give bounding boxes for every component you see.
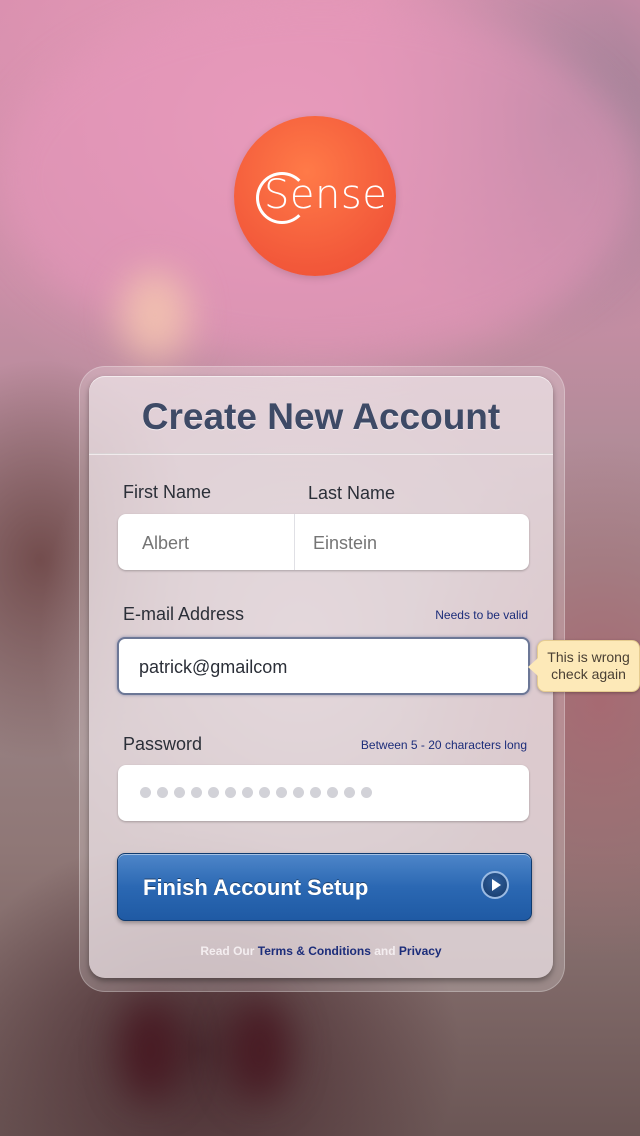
password-mask-dot [225,787,236,798]
email-hint: Needs to be valid [435,608,528,622]
password-label: Password [123,734,203,754]
password-hint: Between 5 - 20 characters long [360,738,527,752]
title-divider [89,453,553,455]
footer-prefix: Read Our [200,944,255,958]
sense-logo: Sense [234,116,396,276]
password-mask-dot [191,787,202,798]
name-field-divider [294,514,295,570]
terms-link[interactable]: Terms & Conditions [258,944,371,958]
finish-setup-label: Finish Account Setup [143,875,369,900]
email-field[interactable]: patrick@gmailcom [117,637,530,695]
password-mask-dot [293,787,304,798]
email-label: E-mail Address [123,604,245,624]
name-fields [118,514,529,570]
tooltip-line-2: check again [551,666,626,682]
last-name-input[interactable] [311,532,515,555]
play-icon [481,871,509,899]
password-field[interactable] [118,765,529,821]
finish-setup-button[interactable]: Finish Account Setup [117,853,532,921]
email-input-value[interactable]: patrick@gmailcom [139,657,287,678]
legal-footer: Read Our Terms & Conditions and Privacy [89,944,553,958]
password-mask-dot [361,787,372,798]
email-error-tooltip: This is wrong check again [528,640,640,692]
first-name-label: First Name [123,482,212,502]
footer-and: and [374,944,396,958]
password-mask-dot [208,787,219,798]
password-mask [140,787,372,798]
password-mask-dot [310,787,321,798]
last-name-label: Last Name [308,483,396,503]
logo-text: Sense [264,172,388,218]
first-name-input[interactable] [140,532,284,555]
password-mask-dot [157,787,168,798]
tooltip-line-1: This is wrong [547,649,630,665]
password-mask-dot [344,787,355,798]
password-mask-dot [174,787,185,798]
password-mask-dot [327,787,338,798]
form-title: Create New Account [141,396,501,437]
privacy-link[interactable]: Privacy [399,944,442,958]
password-mask-dot [140,787,151,798]
password-mask-dot [242,787,253,798]
password-mask-dot [259,787,270,798]
password-mask-dot [276,787,287,798]
